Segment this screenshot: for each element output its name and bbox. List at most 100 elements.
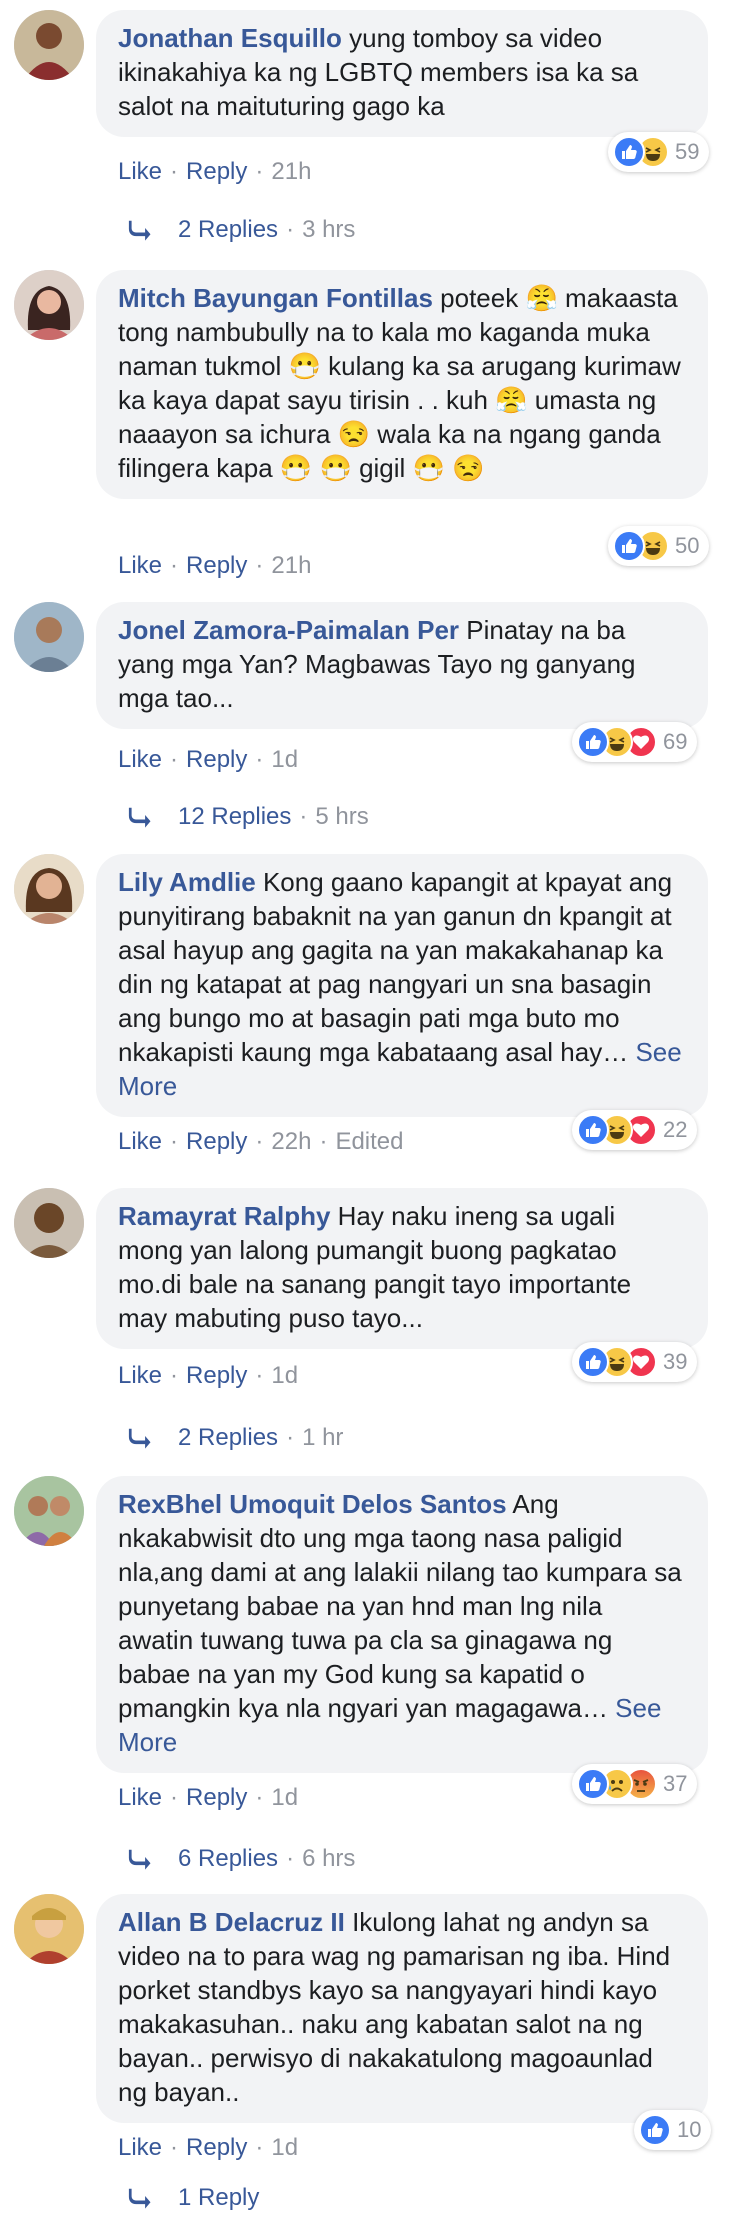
avatar[interactable] [14, 270, 84, 340]
like-reaction-icon [577, 726, 609, 758]
separator: · [319, 1128, 328, 1155]
avatar[interactable] [14, 602, 84, 672]
like-reaction-icon [577, 1346, 609, 1378]
reply-link[interactable]: Reply [186, 746, 247, 773]
comment-author[interactable]: Ramayrat Ralphy [118, 1201, 330, 1231]
comment-time[interactable]: 1d [271, 746, 298, 773]
view-replies-link[interactable]: 2 Replies · 3 hrs [128, 216, 355, 244]
reaction-summary[interactable]: 50 [608, 526, 710, 566]
comment-author[interactable]: Lily Amdlie [118, 867, 256, 897]
replies-time: 3 hrs [302, 216, 356, 243]
separator: · [255, 1128, 264, 1155]
comment-author[interactable]: RexBhel Umoquit Delos Santos [118, 1489, 507, 1519]
replies-count[interactable]: 6 Replies [178, 1845, 278, 1873]
comment-bubble: Allan B Delacruz II Ikulong lahat ng and… [96, 1894, 708, 2123]
like-link[interactable]: Like [118, 1784, 162, 1811]
like-reaction-icon [613, 530, 645, 562]
reaction-summary[interactable]: 37 [572, 1764, 698, 1804]
comment-time[interactable]: 21h [271, 158, 311, 185]
separator: · [170, 746, 179, 773]
separator: · [170, 552, 179, 579]
replies-time: 6 hrs [302, 1845, 356, 1872]
reaction-count: 37 [663, 1771, 688, 1796]
comment-actions: Like · Reply · 1d [118, 1784, 298, 1812]
comment-text: Kong gaano kapangit at kpayat ang punyit… [118, 867, 673, 1067]
like-link[interactable]: Like [118, 1362, 162, 1389]
replies-count[interactable]: 1 Reply [178, 2184, 259, 2212]
reaction-summary[interactable]: 39 [572, 1342, 698, 1382]
edited-label[interactable]: Edited [335, 1128, 403, 1155]
comment-time[interactable]: 22h [271, 1128, 311, 1155]
avatar[interactable] [14, 10, 84, 80]
reaction-summary[interactable]: 69 [572, 722, 698, 762]
avatar[interactable] [14, 1894, 84, 1964]
like-reaction-icon [613, 136, 645, 168]
like-reaction-icon [577, 1768, 609, 1800]
comment-author[interactable]: Allan B Delacruz II [118, 1907, 345, 1937]
view-replies-link[interactable]: 6 Replies · 6 hrs [128, 1845, 355, 1873]
separator: · [255, 158, 264, 185]
comment-bubble: Mitch Bayungan Fontillas poteek 😤 makaas… [96, 270, 708, 499]
reply-arrow-icon [128, 807, 151, 828]
comment-bubble: Lily Amdlie Kong gaano kapangit at kpaya… [96, 854, 708, 1117]
comment-author[interactable]: Jonathan Esquillo [118, 23, 342, 53]
comment-bubble: Jonathan Esquillo yung tomboy sa video i… [96, 10, 708, 137]
comment-actions: Like · Reply · 22h · Edited [118, 1128, 404, 1156]
comment-text: Ikulong lahat ng andyn sa video na to pa… [118, 1907, 671, 2107]
comment-actions: Like · Reply · 21h [118, 552, 311, 580]
reaction-count: 10 [677, 2117, 702, 2142]
comment-text: poteek 😤 makaasta tong nambubully na to … [118, 283, 681, 483]
comment-actions: Like · Reply · 1d [118, 1362, 298, 1390]
reaction-count: 59 [675, 139, 700, 164]
comment-author[interactable]: Mitch Bayungan Fontillas [118, 283, 433, 313]
like-link[interactable]: Like [118, 158, 162, 185]
reply-link[interactable]: Reply [186, 1128, 247, 1155]
like-link[interactable]: Like [118, 2134, 162, 2161]
comment-time[interactable]: 1d [271, 1784, 298, 1811]
separator: · [255, 1784, 264, 1811]
replies-count[interactable]: 12 Replies [178, 803, 291, 831]
comment-time[interactable]: 1d [271, 2134, 298, 2161]
separator: · [170, 2134, 179, 2161]
reaction-count: 22 [663, 1117, 688, 1142]
separator: · [170, 1362, 179, 1389]
like-reaction-icon [639, 2114, 671, 2146]
separator: · [299, 803, 308, 830]
reply-link[interactable]: Reply [186, 158, 247, 185]
reply-arrow-icon [128, 1849, 151, 1870]
reply-link[interactable]: Reply [186, 1784, 247, 1811]
separator: · [170, 158, 179, 185]
replies-count[interactable]: 2 Replies [178, 1424, 278, 1452]
view-replies-link[interactable]: 2 Replies · 1 hr [128, 1424, 343, 1452]
reaction-summary[interactable]: 59 [608, 132, 710, 172]
like-link[interactable]: Like [118, 1128, 162, 1155]
reaction-summary[interactable]: 10 [634, 2110, 712, 2150]
comment-bubble: RexBhel Umoquit Delos Santos Ang nkakabw… [96, 1476, 708, 1773]
reply-arrow-icon [128, 1428, 151, 1449]
view-replies-link[interactable]: 1 Reply [128, 2184, 259, 2212]
separator: · [170, 1784, 179, 1811]
replies-time: 1 hr [302, 1424, 344, 1451]
reply-link[interactable]: Reply [186, 1362, 247, 1389]
separator: · [255, 1362, 264, 1389]
separator: · [286, 1424, 295, 1451]
comment-author[interactable]: Jonel Zamora-Paimalan Per [118, 615, 459, 645]
reply-link[interactable]: Reply [186, 2134, 247, 2161]
reply-link[interactable]: Reply [186, 552, 247, 579]
reaction-count: 69 [663, 729, 688, 754]
replies-time: 5 hrs [315, 803, 369, 830]
avatar[interactable] [14, 1476, 84, 1546]
comment-time[interactable]: 21h [271, 552, 311, 579]
comment-bubble: Jonel Zamora-Paimalan Per Pinatay na ba … [96, 602, 708, 729]
avatar[interactable] [14, 854, 84, 924]
comment-text: Ang nkakabwisit dto ung mga taong nasa p… [118, 1489, 682, 1723]
reaction-count: 50 [675, 533, 700, 558]
separator: · [286, 1845, 295, 1872]
reaction-summary[interactable]: 22 [572, 1110, 698, 1150]
comment-time[interactable]: 1d [271, 1362, 298, 1389]
replies-count[interactable]: 2 Replies [178, 216, 278, 244]
avatar[interactable] [14, 1188, 84, 1258]
view-replies-link[interactable]: 12 Replies · 5 hrs [128, 803, 369, 831]
like-link[interactable]: Like [118, 746, 162, 773]
like-link[interactable]: Like [118, 552, 162, 579]
